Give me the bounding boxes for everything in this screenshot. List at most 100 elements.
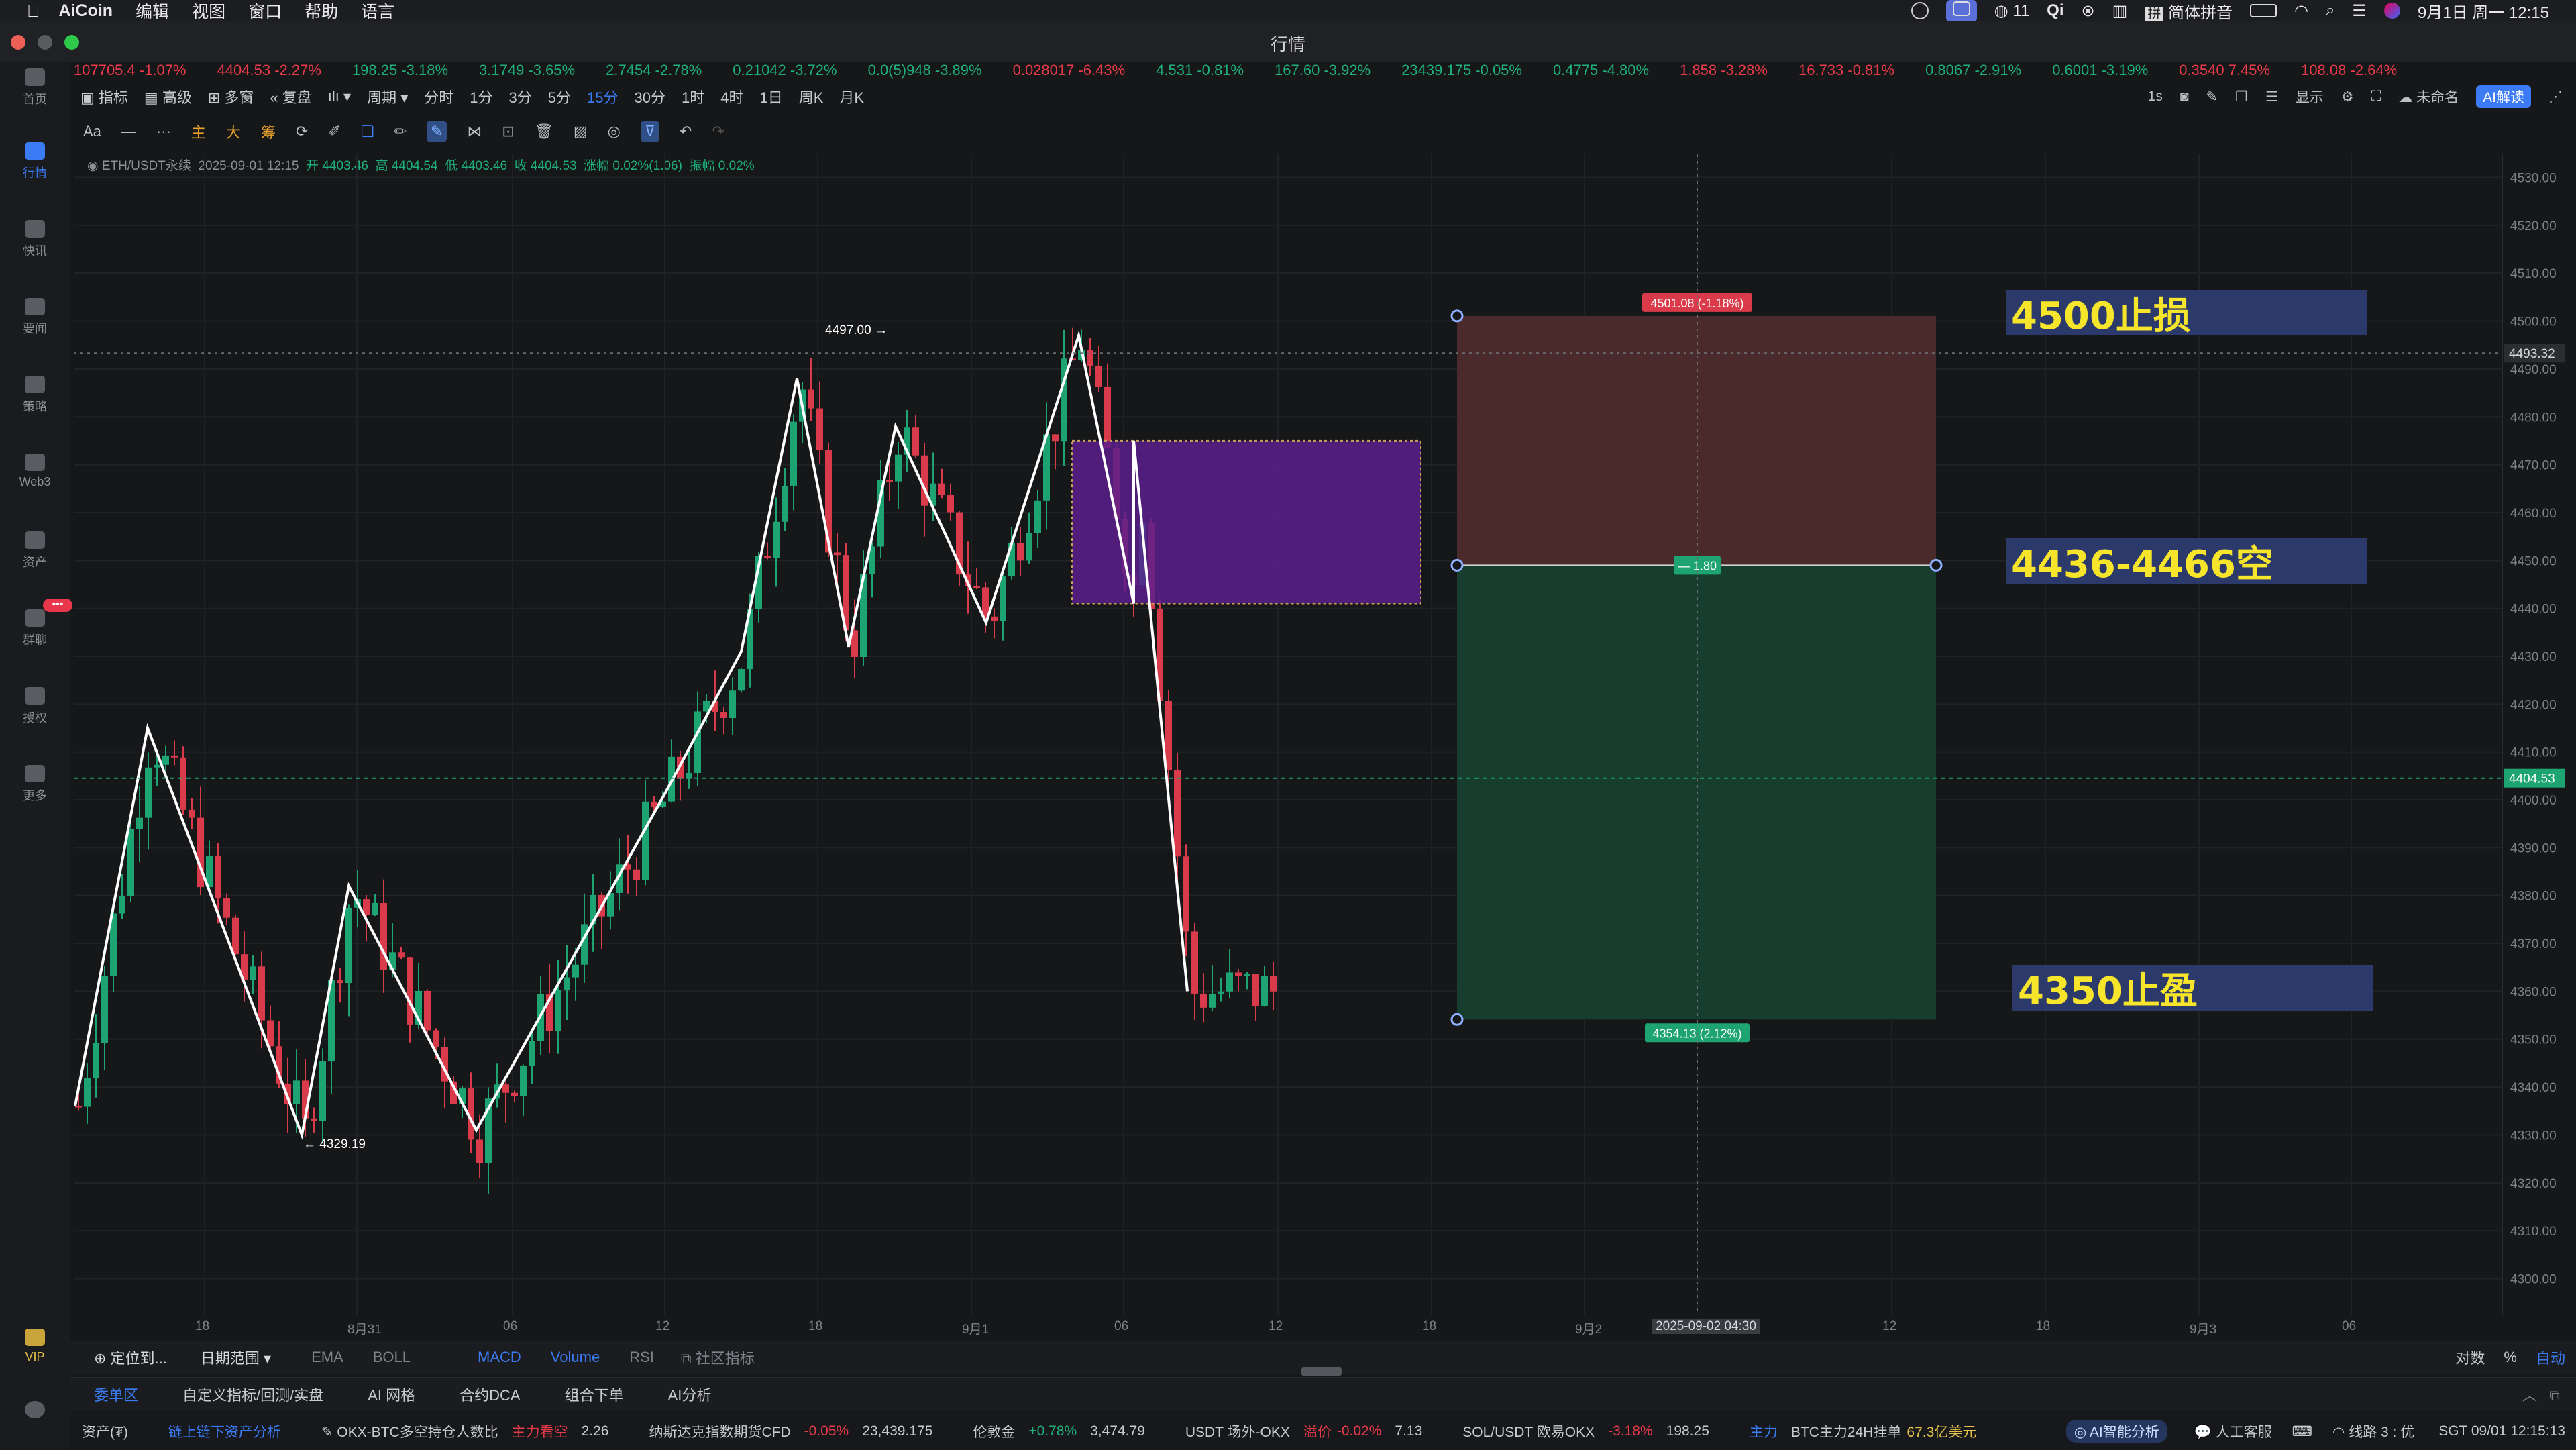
percent-scale-toggle[interactable]: % — [2504, 1349, 2517, 1366]
candle-body — [1000, 576, 1006, 621]
candle-body — [171, 755, 178, 758]
status-bar: 资产(₮) 链上链下资产分析 ✎ OKX-BTC多空持仓人数比 主力看空 2.2… — [70, 1412, 2576, 1450]
entry-annotation[interactable]: 4436-4466空 — [2006, 538, 2367, 586]
candle-body — [642, 801, 649, 880]
okx-ratio-value: 2.26 — [581, 1423, 609, 1439]
take-profit-annotation[interactable]: 4350止盈 — [2012, 965, 2373, 1013]
log-scale-toggle[interactable]: 对数 — [2455, 1347, 2485, 1368]
ndx-label[interactable]: 纳斯达克指数期货CFD — [649, 1421, 790, 1441]
tab-contract-dca[interactable]: 合约DCA — [460, 1384, 520, 1405]
price-axis: 4530.00 4520.00 4510.00 4500.00 4490.00 4480.… — [2504, 172, 2565, 1286]
candle-body — [293, 1080, 300, 1104]
last-price: 4404.53 — [2509, 772, 2555, 786]
ndx-value: 23,439.175 — [862, 1423, 933, 1439]
candle-body — [1026, 533, 1032, 561]
candle-body — [1052, 434, 1059, 442]
price-tick: 4450.00 — [2510, 554, 2557, 568]
handle-dot — [1450, 1013, 1464, 1026]
candle-body — [729, 690, 736, 718]
time-tick: 2025-09-02 04:30 — [1652, 1319, 1761, 1334]
tab-orders[interactable]: 委单区 — [94, 1384, 138, 1405]
candle-body — [912, 427, 919, 456]
connection-line[interactable]: ◠ 线路 3 : 优 — [2332, 1421, 2414, 1441]
gold-label[interactable]: 伦敦金 — [973, 1421, 1015, 1441]
time-tick: 06 — [1114, 1319, 1129, 1333]
server-time: SGT 09/01 12:15:13 — [2438, 1423, 2565, 1439]
boll-toggle[interactable]: BOLL — [373, 1349, 411, 1366]
btc-orders-value: 67.3亿美元 — [1907, 1425, 1977, 1440]
auto-scale-toggle[interactable]: 自动 — [2536, 1347, 2565, 1368]
candle-body — [1226, 972, 1233, 992]
candle-body — [93, 1043, 99, 1078]
candle-body — [154, 764, 160, 768]
asset-analysis-link[interactable]: 链上链下资产分析 — [168, 1421, 281, 1441]
candle-body — [424, 990, 431, 1031]
volume-toggle[interactable]: Volume — [551, 1349, 600, 1366]
macd-toggle[interactable]: MACD — [478, 1349, 521, 1366]
candle-body — [1209, 994, 1216, 1008]
candle-body — [834, 552, 841, 556]
tab-ai-analysis[interactable]: AI分析 — [668, 1384, 712, 1405]
btc-orders-label[interactable]: BTC主力24H挂单 — [1791, 1421, 1902, 1441]
price-tick: 4310.00 — [2510, 1225, 2557, 1239]
price-tick: 4410.00 — [2510, 746, 2557, 760]
ema-toggle[interactable]: EMA — [311, 1349, 343, 1366]
candle-body — [1183, 856, 1189, 932]
usdt-label[interactable]: USDT 场外-OKX — [1185, 1421, 1290, 1441]
price-tick: 4380.00 — [2510, 890, 2557, 904]
price-tick: 4460.00 — [2510, 507, 2557, 521]
ai-smart-analysis-button[interactable]: ◎ AI智能分析 — [2065, 1420, 2167, 1443]
locate-button[interactable]: ⊕ 定位到... — [94, 1347, 167, 1368]
date-range-dropdown[interactable]: 日期范围 ▾ — [201, 1347, 271, 1368]
sol-label[interactable]: SOL/USDT 欧易OKX — [1462, 1421, 1595, 1441]
candle-body — [1200, 993, 1207, 1008]
sol-change: -3.18% — [1608, 1423, 1653, 1439]
time-tick: 18 — [195, 1319, 210, 1333]
community-indicator-button[interactable]: ⧉ 社区指标 — [681, 1347, 755, 1368]
candle-body — [773, 521, 780, 558]
time-tick: 8月31 — [347, 1323, 382, 1337]
handle-dot — [1450, 558, 1464, 572]
panel-collapse-handle[interactable] — [1301, 1367, 1342, 1376]
candle-body — [101, 975, 108, 1044]
candle-body — [921, 455, 928, 506]
candle-body — [886, 480, 893, 482]
time-tick: 12 — [1269, 1319, 1283, 1333]
price-tick: 4520.00 — [2510, 219, 2557, 234]
candle-body — [372, 902, 378, 915]
candle-body — [764, 555, 771, 558]
tab-ai-grid[interactable]: AI 网格 — [368, 1384, 415, 1405]
asset-label[interactable]: 资产(₮) — [82, 1421, 128, 1441]
usdt-change: -0.02% — [1336, 1423, 1382, 1439]
candle-body — [75, 1106, 82, 1108]
candle-body — [1270, 976, 1277, 992]
candle-body — [1095, 366, 1102, 387]
time-tick: 9月1 — [962, 1323, 989, 1337]
price-chart[interactable]: 4497.00 →← 4329.194501.08 (-1.18%)— 1.80… — [0, 0, 2576, 1342]
price-tick: 4340.00 — [2510, 1081, 2557, 1095]
customer-service-button[interactable]: 💬 人工客服 — [2194, 1421, 2272, 1441]
okx-ratio-label[interactable]: ✎ OKX-BTC多空持仓人数比 — [321, 1421, 498, 1441]
candle-body — [476, 1139, 483, 1163]
candle-body — [581, 924, 588, 965]
panel-toggle-icons[interactable]: ︿ ⧉ — [2522, 1384, 2560, 1405]
candle-body — [1104, 386, 1111, 448]
keyboard-icon[interactable]: ⌨ — [2292, 1423, 2312, 1440]
tab-custom-indicator[interactable]: 自定义指标/回测/实盘 — [182, 1384, 323, 1405]
gold-change: +0.78% — [1028, 1423, 1077, 1439]
candle-body — [782, 485, 788, 522]
price-tick: 4390.00 — [2510, 841, 2557, 856]
price-tick: 4470.00 — [2510, 459, 2557, 473]
rsi-toggle[interactable]: RSI — [629, 1349, 654, 1366]
time-tick: 12 — [1882, 1319, 1897, 1333]
settings-icon[interactable] — [0, 1401, 70, 1422]
ndx-change: -0.05% — [804, 1423, 849, 1439]
candle-body — [1235, 972, 1242, 976]
tab-combo-order[interactable]: 组合下单 — [565, 1384, 624, 1405]
price-tick: 4300.00 — [2510, 1272, 2557, 1286]
time-tick: 12 — [655, 1319, 670, 1333]
stop-loss-annotation[interactable]: 4500止损 — [2006, 290, 2367, 338]
handle-dot — [1929, 558, 1943, 572]
price-tick: 4510.00 — [2510, 267, 2557, 281]
price-tick: 4360.00 — [2510, 985, 2557, 999]
